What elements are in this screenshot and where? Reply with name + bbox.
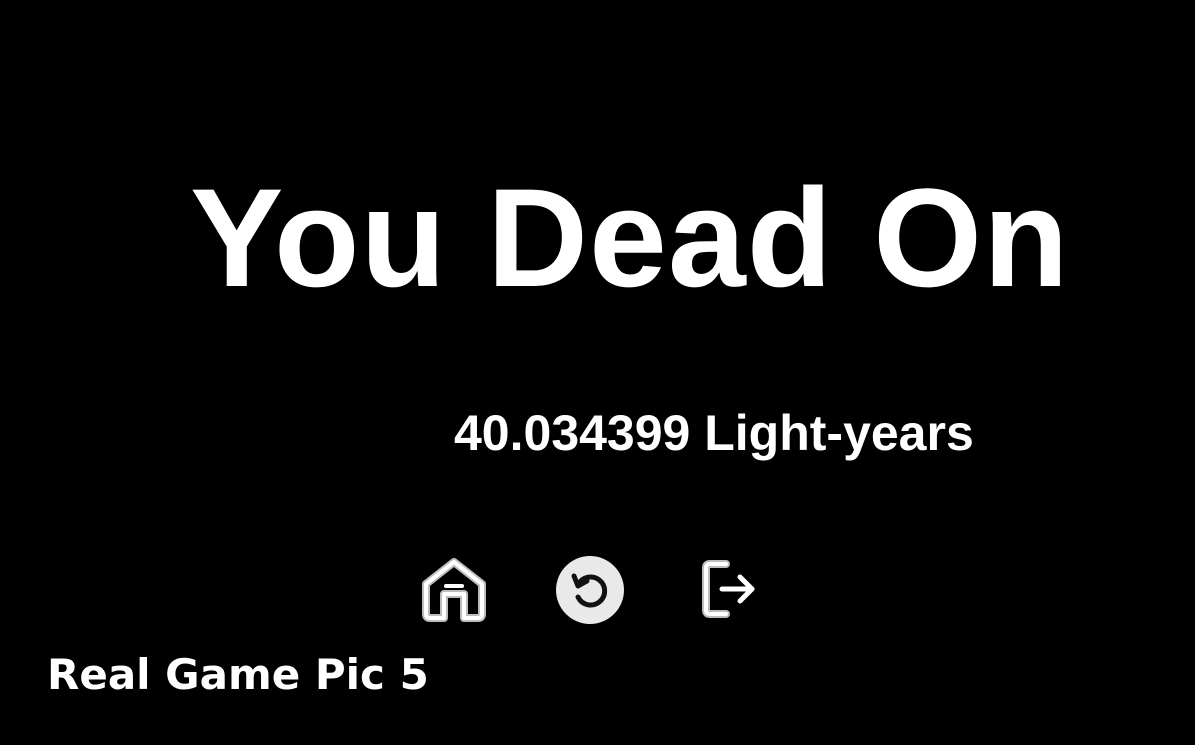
exit-icon <box>702 560 755 618</box>
exit-button[interactable] <box>700 558 760 620</box>
home-icon <box>422 558 486 622</box>
home-button[interactable] <box>419 556 489 622</box>
caption-label: Real Game Pic 5 <box>47 650 429 699</box>
restart-button[interactable] <box>555 555 625 625</box>
restart-icon <box>556 556 624 624</box>
game-over-title: You Dead On <box>190 159 1070 316</box>
distance-readout: 40.034399 Light-years <box>454 405 974 461</box>
